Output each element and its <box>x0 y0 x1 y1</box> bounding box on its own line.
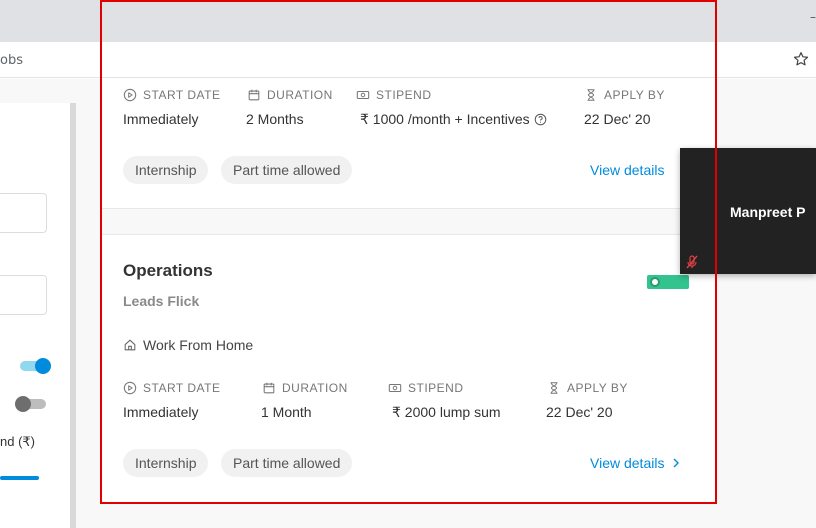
filter-scrollbar[interactable] <box>70 103 76 528</box>
tag-part-time: Part time allowed <box>221 156 353 184</box>
view-details-link[interactable]: View details <box>590 455 680 471</box>
filter-input-location[interactable] <box>0 275 47 315</box>
logo-mark <box>650 277 660 287</box>
company-logo <box>647 275 689 289</box>
start-date-label: START DATE <box>123 381 220 395</box>
part-time-toggle[interactable] <box>15 396 46 412</box>
internship-card: Operations Leads Flick Work From Home ST… <box>101 234 715 504</box>
view-details-link[interactable]: View details <box>590 162 664 178</box>
apply-by-label: APPLY BY <box>584 88 665 102</box>
mic-muted-icon <box>686 255 698 269</box>
company-name[interactable]: Leads Flick <box>123 293 199 309</box>
stipend-range-slider[interactable] <box>0 476 39 480</box>
stipend-label: STIPEND <box>356 88 432 102</box>
stipend-label: STIPEND <box>388 381 464 395</box>
duration-value: 1 Month <box>261 404 312 420</box>
stipend-value: ₹ 1000 /month + Incentives <box>360 111 547 128</box>
start-date-value: Immediately <box>123 111 199 127</box>
stipend-filter-label: nd (₹) <box>0 434 36 449</box>
hourglass-icon <box>587 89 595 101</box>
start-date-label: START DATE <box>123 88 220 102</box>
calendar-icon <box>263 382 275 394</box>
internship-card: START DATE DURATION STIPEND APPLY BY Imm… <box>101 79 715 209</box>
tag-internship: Internship <box>123 156 209 184</box>
filter-input-profile[interactable] <box>0 193 47 233</box>
duration-label-text: DURATION <box>282 381 348 395</box>
page: nd (₹) START DATE DURATION STIPEND APPLY… <box>0 79 816 528</box>
video-call-tile[interactable]: Manpreet P <box>680 148 816 274</box>
apply-by-label-text: APPLY BY <box>567 381 628 395</box>
job-title[interactable]: Operations <box>123 261 213 281</box>
view-details-text: View details <box>590 455 665 471</box>
start-date-label-text: START DATE <box>143 381 221 395</box>
address-bar[interactable]: obs <box>0 42 816 78</box>
start-date-value: Immediately <box>123 404 199 420</box>
apply-by-label: APPLY BY <box>547 381 628 395</box>
play-circle-icon <box>123 88 137 102</box>
browser-titlebar: – <box>0 0 816 42</box>
play-circle-icon <box>123 381 137 395</box>
help-circle-icon[interactable] <box>534 113 547 126</box>
location: Work From Home <box>123 337 253 353</box>
duration-value: 2 Months <box>246 111 304 127</box>
toggle-knob <box>35 358 51 374</box>
duration-label-text: DURATION <box>267 88 333 102</box>
view-details-text: View details <box>590 162 665 178</box>
stipend-label-text: STIPEND <box>408 381 464 395</box>
filter-panel: nd (₹) <box>0 103 70 528</box>
participant-name: Manpreet P <box>730 204 806 220</box>
tag-internship: Internship <box>123 449 209 477</box>
stipend-label-text: STIPEND <box>376 88 432 102</box>
start-date-label-text: START DATE <box>143 88 221 102</box>
apply-by-label-text: APPLY BY <box>604 88 665 102</box>
location-text: Work From Home <box>143 337 254 353</box>
apply-by-value: 22 Dec' 20 <box>584 111 651 127</box>
duration-label: DURATION <box>262 381 348 395</box>
money-icon <box>388 383 402 393</box>
stipend-value-text: ₹ 1000 /month + Incentives <box>360 111 530 127</box>
address-text: obs <box>0 53 23 68</box>
tag-part-time: Part time allowed <box>221 449 353 477</box>
duration-label: DURATION <box>247 88 333 102</box>
stipend-value: ₹ 2000 lump sum <box>392 404 501 420</box>
hourglass-icon <box>550 382 558 394</box>
window-minimize-button[interactable]: – <box>806 10 816 24</box>
toggle-knob <box>15 396 31 412</box>
star-outline-icon[interactable] <box>792 50 810 68</box>
calendar-icon <box>248 89 260 101</box>
chevron-right-icon <box>673 458 680 468</box>
money-icon <box>356 90 370 100</box>
work-from-home-toggle[interactable] <box>20 358 51 374</box>
apply-by-value: 22 Dec' 20 <box>546 404 613 420</box>
home-icon <box>124 339 136 351</box>
